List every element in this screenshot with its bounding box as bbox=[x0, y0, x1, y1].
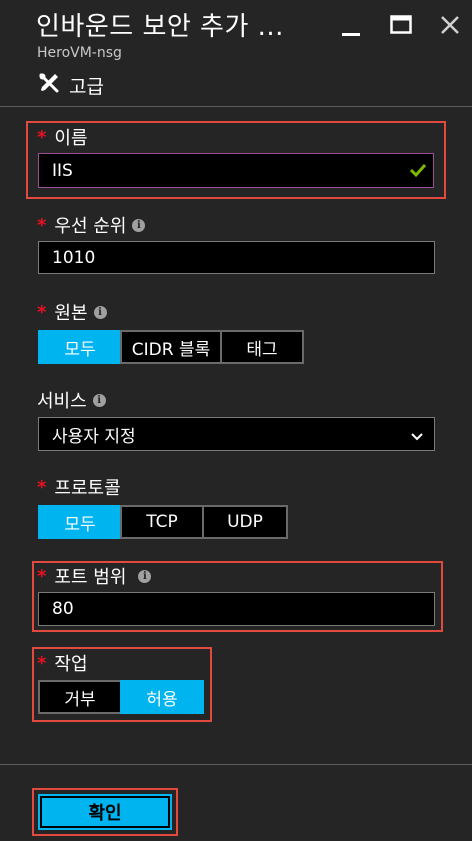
protocol-label: 프로토콜 bbox=[54, 478, 121, 499]
blade-title: 인바운드 보안 추가 ... bbox=[36, 12, 284, 42]
action-option-deny[interactable]: 거부 bbox=[38, 680, 122, 714]
source-option-cidr[interactable]: CIDR 블록 bbox=[120, 330, 222, 364]
required-star: * bbox=[37, 652, 47, 674]
wrench-icon bbox=[37, 71, 61, 100]
port-range-input-value: 80 bbox=[52, 599, 74, 619]
priority-input[interactable]: 1010 bbox=[38, 241, 435, 274]
required-star: * bbox=[37, 301, 47, 323]
required-star: * bbox=[37, 476, 47, 498]
source-option-tag[interactable]: 태그 bbox=[220, 330, 304, 364]
required-star: * bbox=[37, 126, 47, 148]
required-star: * bbox=[37, 565, 47, 587]
footer-divider bbox=[0, 764, 472, 765]
header-divider bbox=[0, 106, 472, 107]
info-icon[interactable]: i bbox=[93, 305, 107, 319]
service-dropdown[interactable]: 사용자 지정 bbox=[38, 417, 435, 451]
name-input[interactable]: IIS bbox=[38, 153, 434, 188]
protocol-option-tcp[interactable]: TCP bbox=[120, 505, 204, 539]
minimize-icon[interactable] bbox=[337, 13, 365, 41]
source-option-any[interactable]: 모두 bbox=[38, 330, 122, 364]
service-dropdown-value: 사용자 지정 bbox=[52, 426, 136, 447]
source-segmented-control: 모두 CIDR 블록 태그 bbox=[38, 330, 304, 364]
advanced-label: 고급 bbox=[69, 75, 104, 98]
protocol-label-row: * 프로토콜 bbox=[37, 474, 121, 500]
close-icon[interactable] bbox=[436, 11, 464, 39]
action-label: 작업 bbox=[54, 654, 88, 675]
protocol-segmented-control: 모두 TCP UDP bbox=[38, 505, 288, 539]
action-segmented-control: 거부 허용 bbox=[38, 680, 204, 714]
name-label-row: * 이름 bbox=[37, 124, 88, 150]
add-inbound-security-rule-blade: { "header": { "title": "인바운드 보안 추가 ...",… bbox=[0, 0, 472, 841]
action-option-allow[interactable]: 허용 bbox=[120, 680, 204, 714]
ok-button[interactable]: 확인 bbox=[38, 794, 172, 830]
blade-subtitle: HeroVM-nsg bbox=[37, 45, 122, 61]
port-range-label: 포트 범위 bbox=[54, 567, 127, 588]
priority-input-value: 1010 bbox=[52, 247, 96, 268]
protocol-option-any[interactable]: 모두 bbox=[38, 505, 122, 539]
port-range-label-row: * 포트 범위 i bbox=[37, 563, 152, 589]
priority-label-row: * 우선 순위 i bbox=[37, 212, 146, 238]
protocol-option-udp[interactable]: UDP bbox=[202, 505, 288, 539]
info-icon[interactable]: i bbox=[132, 218, 146, 232]
maximize-icon[interactable] bbox=[387, 11, 415, 39]
chevron-down-icon bbox=[410, 428, 424, 448]
name-input-value: IIS bbox=[52, 160, 73, 181]
name-label: 이름 bbox=[54, 128, 88, 149]
info-icon[interactable]: i bbox=[138, 569, 152, 583]
advanced-button[interactable]: 고급 bbox=[37, 71, 104, 99]
source-label-row: * 원본 i bbox=[37, 299, 107, 325]
checkmark-icon bbox=[409, 162, 427, 183]
required-star: * bbox=[37, 214, 47, 236]
service-label: 서비스 bbox=[37, 391, 87, 412]
source-label: 원본 bbox=[54, 303, 88, 324]
priority-label: 우선 순위 bbox=[54, 216, 127, 237]
action-label-row: * 작업 bbox=[37, 650, 88, 676]
port-range-input[interactable]: 80 bbox=[38, 592, 435, 626]
service-label-row: 서비스 i bbox=[37, 387, 106, 413]
info-icon[interactable]: i bbox=[92, 393, 106, 407]
